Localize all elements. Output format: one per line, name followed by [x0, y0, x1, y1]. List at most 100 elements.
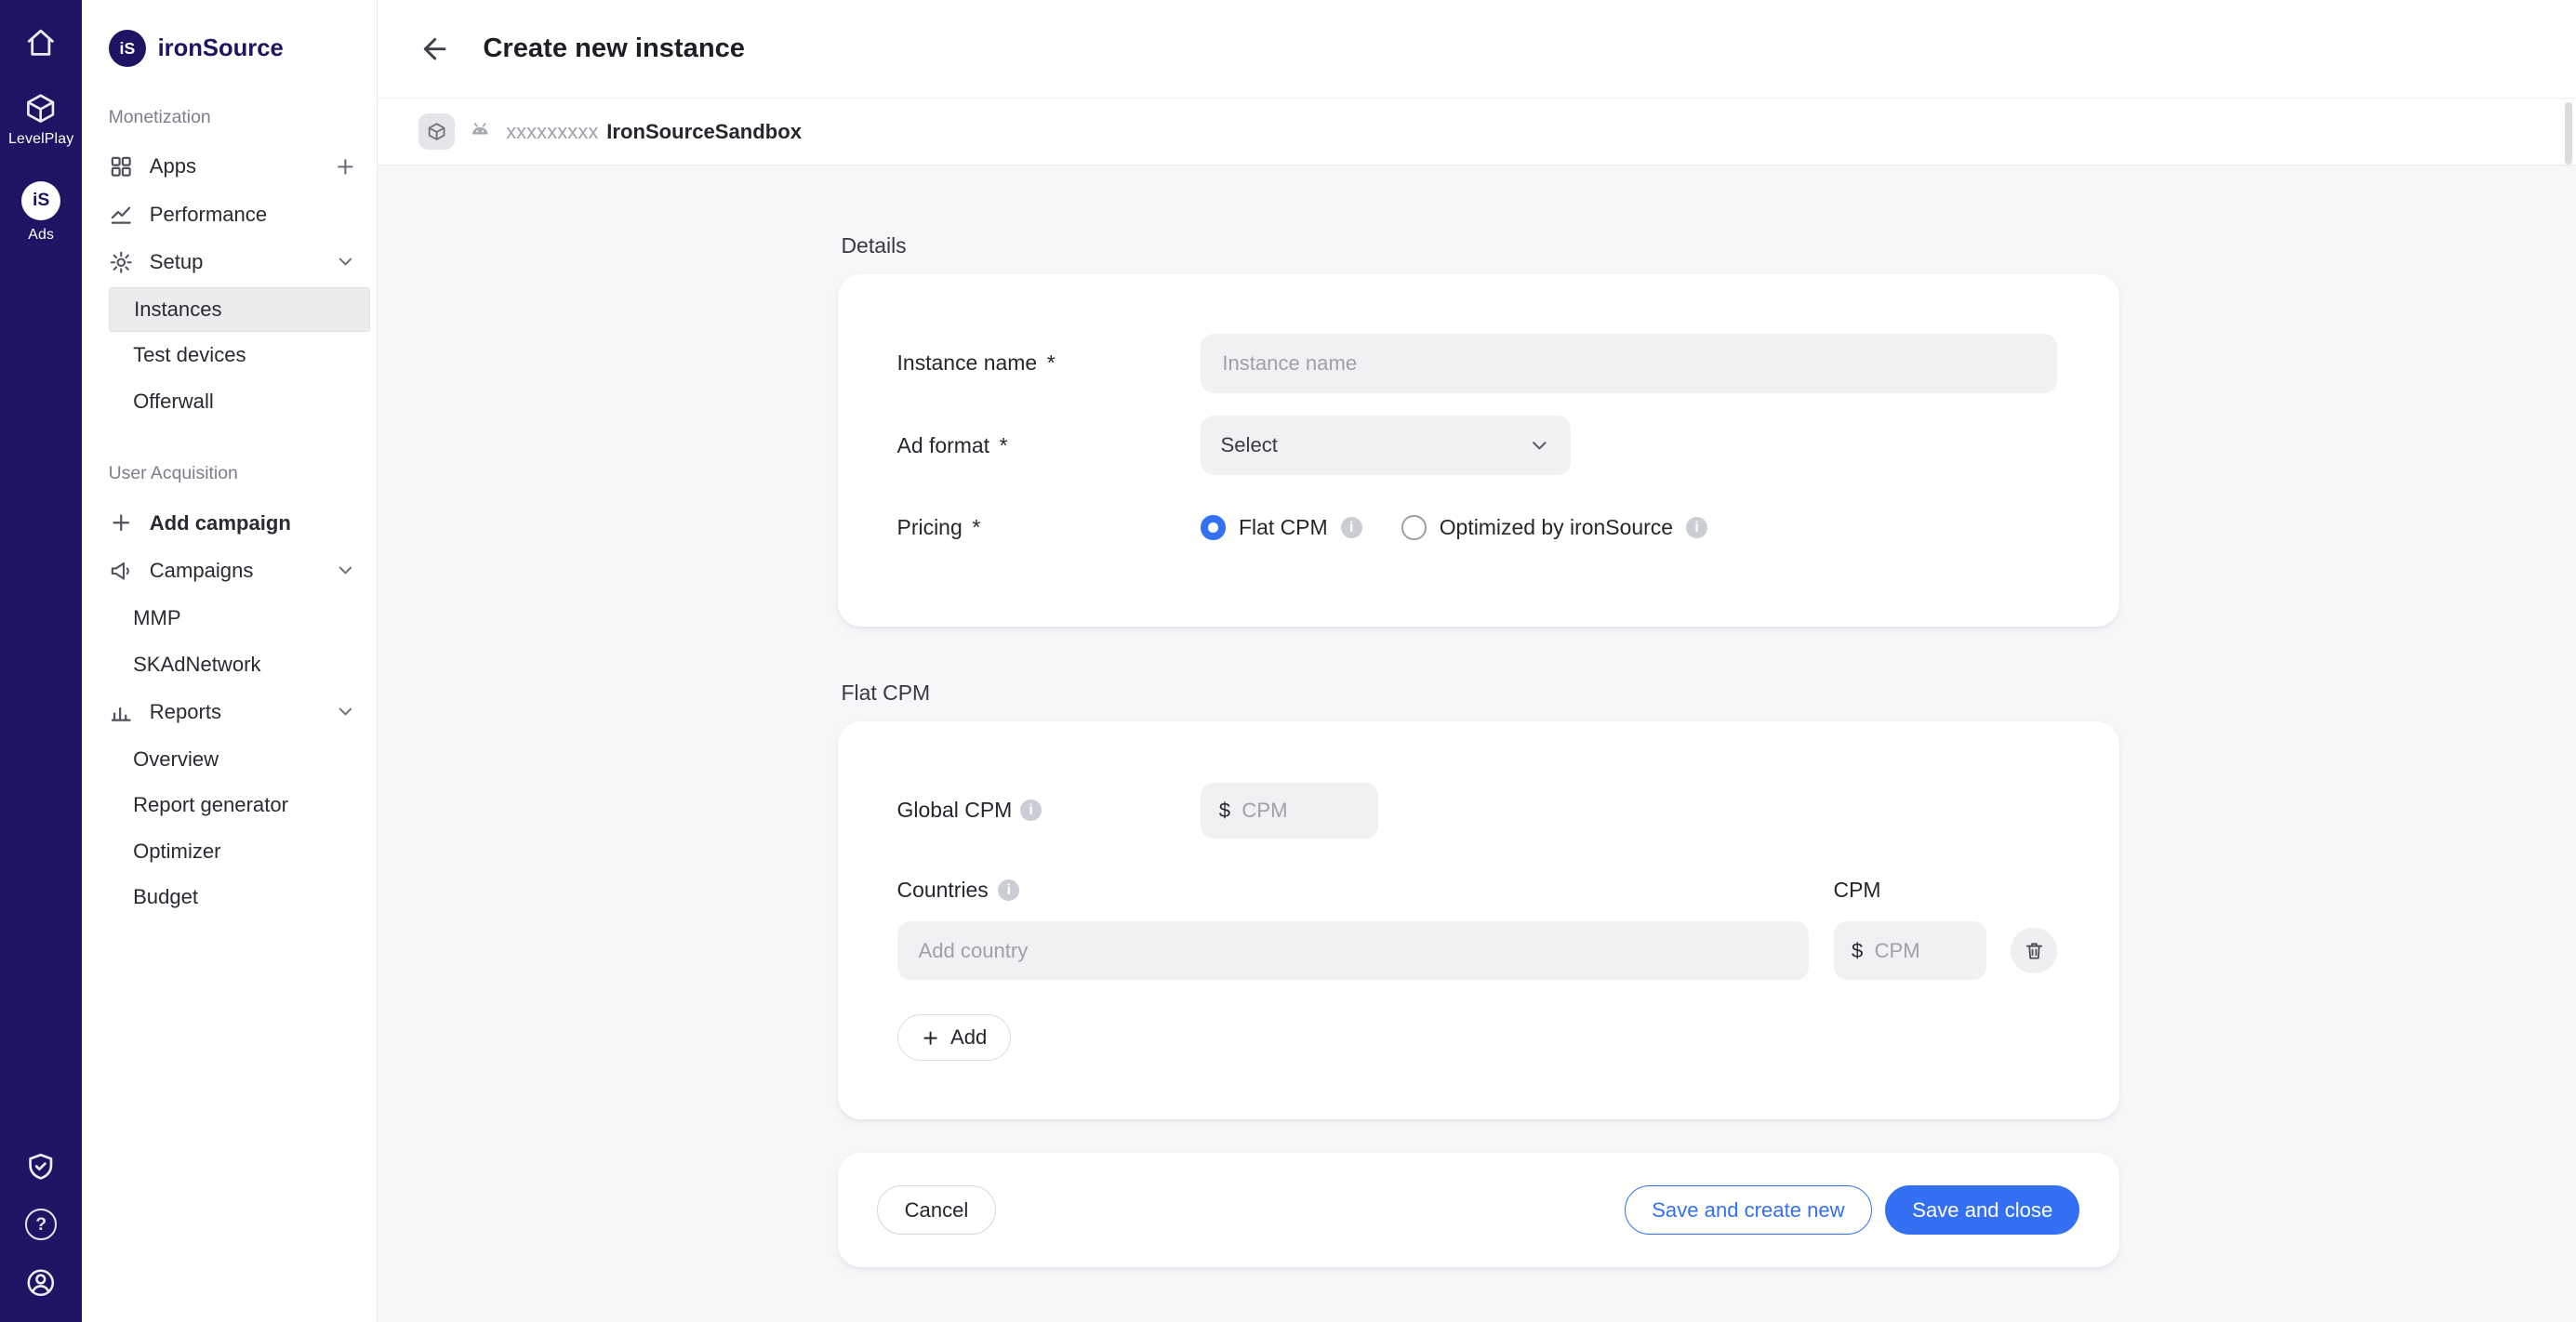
sidebar-subitem-label: Report generator — [133, 793, 288, 817]
brand-logo[interactable]: iS ironSource — [82, 30, 377, 68]
country-cpm-input-group[interactable]: $ — [1834, 921, 1986, 981]
ad-format-select[interactable]: Select — [1201, 416, 1570, 475]
save-and-close-button[interactable]: Save and close — [1885, 1185, 2079, 1235]
currency-symbol: $ — [1852, 939, 1863, 963]
pricing-flat-cpm-option[interactable]: Flat CPM i — [1201, 515, 1361, 540]
delete-country-row-button[interactable] — [2011, 928, 2056, 973]
label-text: Pricing — [897, 515, 963, 540]
ad-format-label: Ad format* — [897, 433, 1202, 458]
flat-cpm-card: Global CPM i $ Countries i CP — [838, 721, 2119, 1119]
app-cube-icon[interactable] — [418, 113, 455, 150]
sidebar-item-instances[interactable]: Instances — [109, 287, 371, 332]
sidebar-item-setup[interactable]: Setup — [82, 238, 377, 285]
sidebar-item-performance[interactable]: Performance — [82, 191, 377, 238]
user-account-icon — [25, 1266, 58, 1299]
sidebar-item-optimizer[interactable]: Optimizer — [109, 829, 371, 874]
radio-label: Flat CPM — [1239, 515, 1328, 540]
sidebar-subitem-label: Budget — [133, 885, 198, 909]
sidebar-item-label: Reports — [150, 700, 221, 724]
global-cpm-input-group[interactable]: $ — [1201, 783, 1378, 839]
pricing-row: Pricing* Flat CPM i Optimized by ironSou… — [897, 486, 2057, 568]
app-name: IronSourceSandbox — [606, 120, 802, 144]
android-icon — [468, 119, 492, 143]
add-app-plus-icon[interactable] — [334, 155, 357, 178]
info-icon[interactable]: i — [998, 879, 1019, 901]
instance-name-input[interactable] — [1201, 334, 2056, 393]
label-text: Instance name — [897, 350, 1038, 376]
sidebar-item-label: Add campaign — [150, 511, 291, 535]
section-label-monetization: Monetization — [109, 107, 351, 128]
save-buttons-group: Save and create new Save and close — [1625, 1185, 2080, 1235]
sidebar-item-label: Performance — [150, 203, 267, 227]
sidebar-subitem-label: Test devices — [133, 343, 246, 367]
apps-grid-icon — [109, 154, 133, 178]
rail-item-privacy[interactable] — [25, 1150, 58, 1183]
sidebar-item-overview[interactable]: Overview — [109, 737, 371, 782]
sidebar-item-offerwall[interactable]: Offerwall — [109, 379, 371, 424]
main-area: Create new instance xxxxxxxxx IronSource… — [378, 0, 2576, 1322]
details-card: Instance name * Ad format* Select — [838, 274, 2119, 626]
chevron-down-icon — [334, 700, 357, 723]
sidebar-subitem-label: MMP — [133, 606, 181, 630]
app-context-bar: xxxxxxxxx IronSourceSandbox — [378, 99, 2576, 165]
ad-format-row: Ad format* Select — [897, 404, 2057, 486]
info-icon[interactable]: i — [1686, 517, 1707, 538]
sidebar-subitem-label: Optimizer — [133, 839, 220, 864]
global-cpm-input[interactable] — [1242, 799, 1360, 823]
levelplay-cube-icon — [24, 92, 57, 125]
rail-item-account[interactable] — [25, 1266, 58, 1299]
rail-item-help[interactable]: ? — [25, 1209, 57, 1240]
pricing-optimized-option[interactable]: Optimized by ironSource i — [1401, 515, 1707, 540]
details-section-title: Details — [841, 165, 2118, 258]
rail-bottom: ? — [25, 1150, 58, 1300]
gear-icon — [109, 250, 133, 274]
instance-name-label: Instance name * — [897, 350, 1202, 376]
sidebar-item-test-devices[interactable]: Test devices — [109, 334, 371, 378]
radio-unchecked-icon[interactable] — [1401, 515, 1426, 539]
sidebar-item-label: Setup — [150, 250, 204, 274]
add-country-row-button[interactable]: Add — [897, 1014, 1012, 1060]
country-cpm-input[interactable] — [1875, 939, 1969, 963]
required-asterisk: * — [1047, 350, 1056, 376]
radio-label: Optimized by ironSource — [1440, 515, 1673, 540]
countries-grid: Countries i CPM $ — [897, 878, 2057, 980]
instance-name-row: Instance name * — [897, 323, 2057, 404]
sidebar-item-report-generator[interactable]: Report generator — [109, 784, 371, 828]
info-icon[interactable]: i — [1020, 800, 1042, 821]
label-text: Global CPM — [897, 798, 1013, 823]
scrollbar-thumb[interactable] — [2565, 102, 2573, 165]
global-cpm-label: Global CPM i — [897, 798, 1202, 823]
rail-item-ads[interactable]: iS Ads — [21, 181, 60, 244]
radio-checked-icon[interactable] — [1201, 515, 1225, 539]
label-text: Countries — [897, 878, 989, 903]
sidebar-item-reports[interactable]: Reports — [82, 688, 377, 735]
save-and-create-new-button[interactable]: Save and create new — [1625, 1185, 1872, 1235]
sidebar-item-mmp[interactable]: MMP — [109, 596, 371, 641]
info-icon[interactable]: i — [1341, 517, 1362, 538]
add-country-input[interactable] — [897, 921, 1810, 981]
pricing-radio-group: Flat CPM i Optimized by ironSource i — [1201, 515, 1707, 540]
home-icon — [24, 26, 57, 59]
performance-chart-icon — [109, 202, 133, 226]
cancel-button[interactable]: Cancel — [877, 1185, 995, 1235]
bar-chart-icon — [109, 699, 133, 723]
section-label-user-acquisition: User Acquisition — [109, 463, 351, 484]
page-header: Create new instance — [378, 0, 2576, 99]
sidebar-item-campaigns[interactable]: Campaigns — [82, 547, 377, 594]
back-button[interactable] — [418, 33, 451, 65]
plus-icon — [921, 1028, 940, 1048]
rail-item-home[interactable] — [24, 26, 57, 59]
chevron-down-icon — [334, 559, 357, 582]
content-scroll-area[interactable]: Details Instance name * Ad format* — [378, 165, 2576, 1322]
currency-symbol: $ — [1219, 799, 1230, 823]
rail-item-levelplay[interactable]: LevelPlay — [8, 92, 73, 148]
sidebar-item-budget[interactable]: Budget — [109, 875, 371, 919]
sidebar-item-apps[interactable]: Apps — [82, 143, 377, 191]
add-button-label: Add — [950, 1025, 987, 1050]
page-title: Create new instance — [483, 33, 745, 64]
sidebar-item-add-campaign[interactable]: Add campaign — [82, 499, 377, 547]
app-root: LevelPlay iS Ads ? — [0, 0, 2576, 1322]
sidebar-item-skadnetwork[interactable]: SKAdNetwork — [109, 642, 371, 687]
trash-icon — [2024, 940, 2045, 961]
global-cpm-row: Global CPM i $ — [897, 783, 2057, 839]
